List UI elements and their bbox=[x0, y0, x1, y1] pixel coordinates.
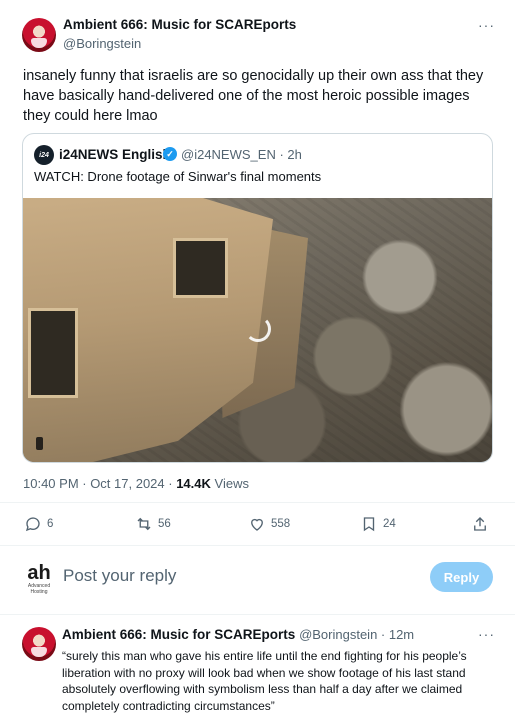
heart-icon bbox=[251, 518, 263, 531]
reply-input[interactable]: Post your reply bbox=[63, 566, 176, 586]
like-count: 558 bbox=[271, 518, 291, 530]
reply-author-name-text[interactable]: Ambient 666: Music for SCAREports bbox=[62, 627, 295, 642]
tweet-timestamp[interactable]: 10:40 PM · Oct 17, 2024 · bbox=[23, 476, 176, 491]
quoted-author-name[interactable]: i24NEWS English bbox=[59, 147, 171, 162]
quoted-tweet-text: WATCH: Drone footage of Sinwar's final m… bbox=[34, 169, 322, 184]
views-count: 14.4K bbox=[176, 476, 211, 491]
divider bbox=[0, 545, 515, 546]
loading-spinner-icon bbox=[245, 316, 271, 342]
verified-badge-icon: ✓ bbox=[163, 147, 177, 161]
reply-icon bbox=[25, 517, 40, 532]
video-control-icon[interactable] bbox=[36, 437, 43, 450]
bookmark-count: 24 bbox=[383, 518, 396, 530]
tweet-meta: 10:40 PM · Oct 17, 2024 · 14.4K Views bbox=[23, 476, 249, 491]
logo-subtext-2: Hosting bbox=[30, 589, 48, 595]
reply-more-options-icon[interactable]: ··· bbox=[478, 626, 495, 642]
repost-action-button[interactable]: 56 bbox=[135, 515, 171, 533]
quoted-author-handle[interactable]: @i24NEWS_EN · 2h bbox=[181, 147, 302, 162]
divider bbox=[0, 502, 515, 503]
reply-action-button[interactable]: 6 bbox=[24, 515, 53, 533]
more-options-icon[interactable]: ··· bbox=[478, 17, 495, 33]
tweet-text: insanely funny that israelis are so geno… bbox=[23, 68, 484, 124]
reply-author-handle[interactable]: @Boringstein · 12m bbox=[299, 627, 414, 642]
video-frame-window bbox=[173, 238, 228, 298]
reply-count: 6 bbox=[47, 518, 54, 530]
reply-author-avatar[interactable] bbox=[22, 627, 56, 661]
reply-author-name: Ambient 666: Music for SCAREports @Borin… bbox=[62, 627, 414, 642]
reply-text: “surely this man who gave his entire lif… bbox=[62, 649, 467, 713]
reply-button[interactable]: Reply bbox=[430, 562, 493, 592]
quoted-tweet-card[interactable]: i24 i24NEWS English ✓ @i24NEWS_EN · 2h W… bbox=[22, 133, 493, 463]
bookmark-icon bbox=[363, 517, 375, 532]
logo-mark: ah bbox=[27, 562, 51, 584]
author-avatar[interactable] bbox=[22, 18, 56, 52]
divider bbox=[0, 614, 515, 615]
author-name[interactable]: Ambient 666: Music for SCAREports bbox=[63, 17, 296, 32]
i24news-avatar: i24 bbox=[34, 145, 54, 165]
share-icon bbox=[474, 517, 486, 531]
bookmark-action-button[interactable]: 24 bbox=[360, 515, 396, 533]
like-action-button[interactable]: 558 bbox=[248, 515, 290, 533]
views-label: Views bbox=[210, 476, 249, 491]
video-player[interactable] bbox=[23, 198, 492, 462]
repost-count: 56 bbox=[158, 518, 171, 530]
share-action-button[interactable] bbox=[471, 515, 489, 533]
advanced-hosting-logo[interactable]: ah Advanced Hosting bbox=[22, 563, 56, 597]
author-handle[interactable]: @Boringstein bbox=[63, 36, 141, 51]
repost-icon bbox=[137, 517, 151, 531]
video-frame-window bbox=[28, 308, 78, 398]
